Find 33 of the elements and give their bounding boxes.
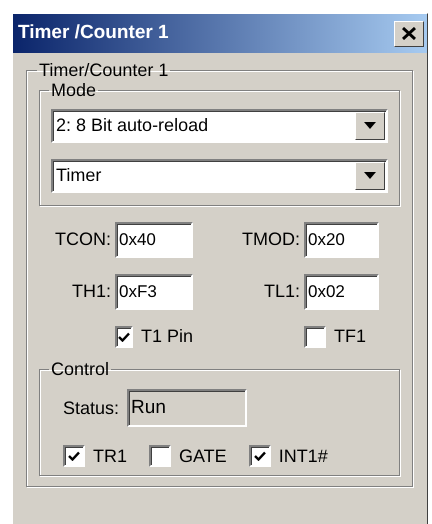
input-field[interactable]: 0xF3 (115, 274, 193, 310)
dropdown[interactable]: 2: 8 Bit auto-reload (51, 108, 388, 143)
field-label: TH1: (70, 280, 111, 302)
field-label: TMOD: (241, 228, 300, 250)
dropdown[interactable]: Timer (51, 158, 388, 193)
checkbox-label: INT1# (278, 446, 328, 468)
status-field[interactable]: Run (127, 389, 248, 428)
window-title: Timer /Counter 1 (18, 22, 169, 45)
checkbox-label: T1 Pin (140, 326, 193, 348)
input-field[interactable]: 0x02 (304, 274, 379, 310)
checkbox-label: GATE (179, 446, 227, 468)
field-label: TCON: (54, 228, 111, 250)
check-icon (68, 451, 80, 462)
checkbox[interactable] (304, 326, 326, 348)
check-icon (254, 451, 266, 462)
field-label: TL1: (262, 280, 300, 302)
input-field[interactable]: 0x20 (304, 222, 379, 258)
input-field[interactable]: 0x40 (115, 222, 193, 258)
caret-icon[interactable] (364, 122, 376, 130)
checkbox-label: TF1 (334, 326, 366, 348)
group-title: Timer/Counter 1 (38, 61, 170, 81)
group-title: Mode (50, 80, 98, 101)
close-icon[interactable] (402, 27, 416, 40)
status-label: Status: (63, 398, 120, 420)
check-icon (118, 332, 130, 342)
checkbox[interactable] (248, 445, 271, 468)
close-button[interactable] (394, 20, 424, 46)
checkbox-label: TR1 (93, 446, 128, 468)
caret-icon[interactable] (364, 172, 376, 180)
group-title: Control (50, 360, 110, 380)
checkbox[interactable] (63, 445, 85, 468)
checkbox[interactable] (115, 326, 133, 348)
checkbox[interactable] (149, 445, 172, 468)
